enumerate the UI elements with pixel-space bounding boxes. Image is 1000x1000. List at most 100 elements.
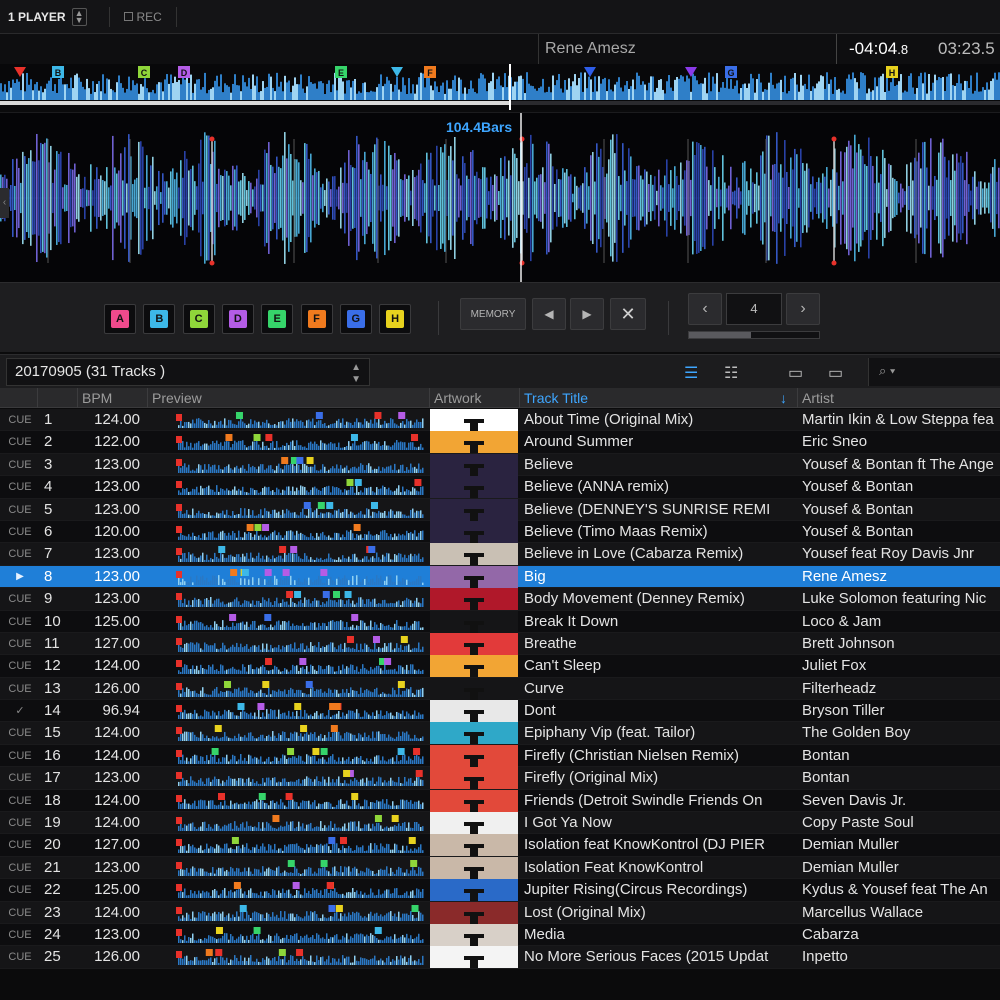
row-cue-indicator[interactable]: CUE — [4, 431, 36, 453]
delete-memory-icon[interactable]: ✕ — [610, 298, 646, 330]
row-preview-waveform[interactable] — [148, 499, 426, 521]
table-row[interactable]: CUE 6 120.00 Believe (Timo Maas Remix) Youse… — [0, 520, 1000, 544]
row-preview-waveform[interactable] — [148, 902, 426, 924]
column-header-artwork[interactable]: Artwork — [430, 388, 520, 408]
row-cue-indicator[interactable]: CUE — [4, 834, 36, 856]
row-cue-indicator[interactable]: CUE — [4, 902, 36, 924]
table-row[interactable]: CUE 1 124.00 About Time (Original Mix) Marti… — [0, 409, 1000, 432]
list-view-detail-icon[interactable]: ☰ — [684, 363, 698, 383]
table-row[interactable]: CUE 25 126.00 No More Serious Faces (2015 U… — [0, 946, 1000, 969]
row-cue-indicator[interactable]: CUE — [4, 857, 36, 879]
search-input[interactable]: ⌕ ▾ — [868, 358, 1000, 386]
row-cue-indicator[interactable]: CUE — [4, 611, 36, 633]
row-cue-indicator[interactable]: CUE — [4, 879, 36, 901]
hotcue-button-h[interactable]: H — [379, 304, 412, 334]
row-cue-indicator[interactable]: ✓ — [4, 700, 36, 722]
table-row[interactable]: CUE 2 122.00 Around Summer Eric Sneo — [0, 431, 1000, 454]
table-row[interactable]: CUE 4 123.00 Believe (ANNA remix) Yousef & B… — [0, 476, 1000, 499]
hotcue-button-e[interactable]: E — [261, 304, 294, 334]
table-row[interactable]: CUE 3 123.00 Believe Yousef & Bontan ft The … — [0, 453, 1000, 477]
row-cue-indicator[interactable]: CUE — [4, 722, 36, 744]
row-preview-waveform[interactable] — [148, 409, 426, 431]
table-row[interactable]: CUE 5 123.00 Believe (DENNEY'S SUNRISE REMI… — [0, 498, 1000, 521]
row-preview-waveform[interactable] — [148, 521, 426, 543]
row-preview-waveform[interactable] — [148, 566, 426, 588]
panel-layout-2-icon[interactable]: ▭ — [828, 363, 843, 383]
panel-layout-1-icon[interactable]: ▭ — [788, 363, 803, 383]
waveform-scroll-left-icon[interactable]: ‹ — [0, 188, 9, 218]
table-row[interactable]: CUE 18 124.00 Friends (Detroit Swindle Frie… — [0, 789, 1000, 813]
row-preview-waveform[interactable] — [148, 834, 426, 856]
column-header-preview[interactable]: Preview — [148, 388, 430, 408]
row-preview-waveform[interactable] — [148, 946, 426, 968]
row-preview-waveform[interactable] — [148, 700, 426, 722]
row-cue-indicator[interactable]: CUE — [4, 924, 36, 946]
hotcue-button-g[interactable]: G — [339, 304, 372, 334]
rec-toggle[interactable]: REC — [123, 10, 162, 24]
row-preview-waveform[interactable] — [148, 678, 426, 700]
row-preview-waveform[interactable] — [148, 431, 426, 453]
table-row[interactable]: CUE 17 123.00 Firefly (Original Mix) Bontan — [0, 767, 1000, 790]
row-preview-waveform[interactable] — [148, 924, 426, 946]
loop-increase-icon[interactable]: › — [786, 293, 820, 325]
table-row[interactable]: CUE 24 123.00 Media Cabarza — [0, 923, 1000, 947]
row-preview-waveform[interactable] — [148, 790, 426, 812]
hotcue-button-a[interactable]: A — [104, 304, 136, 334]
table-row[interactable]: CUE 15 124.00 Epiphany Vip (feat. Tailor) Th… — [0, 722, 1000, 745]
updown-arrow-icon[interactable]: ▲ ▼ — [71, 7, 87, 26]
row-preview-waveform[interactable] — [148, 476, 426, 498]
row-cue-indicator[interactable]: ▶ — [4, 566, 36, 588]
row-preview-waveform[interactable] — [148, 767, 426, 789]
row-cue-indicator[interactable]: CUE — [4, 588, 36, 610]
list-view-simple-icon[interactable]: ☷ — [724, 363, 738, 383]
hotcue-button-d[interactable]: D — [221, 304, 254, 334]
column-header-artist[interactable]: Artist — [798, 388, 1000, 408]
main-waveform[interactable]: 104.4Bars — [0, 112, 1000, 282]
table-row[interactable]: ✓ 14 96.94 Dont Bryson Tiller — [0, 700, 1000, 723]
row-cue-indicator[interactable]: CUE — [4, 633, 36, 655]
row-preview-waveform[interactable] — [148, 857, 426, 879]
hotcue-button-c[interactable]: C — [182, 304, 215, 334]
row-cue-indicator[interactable]: CUE — [4, 946, 36, 968]
updown-arrow-icon[interactable]: ▲ ▼ — [351, 359, 361, 386]
row-cue-indicator[interactable]: CUE — [4, 655, 36, 677]
next-memory-icon[interactable]: ▶ — [570, 298, 604, 330]
table-row[interactable]: ▶ 8 123.00 Big Rene Amesz — [0, 565, 1000, 589]
row-cue-indicator[interactable]: CUE — [4, 409, 36, 431]
hotcue-button-b[interactable]: B — [143, 304, 176, 334]
table-row[interactable]: CUE 22 125.00 Jupiter Rising(Circus Recordi… — [0, 879, 1000, 902]
table-row[interactable]: CUE 23 124.00 Lost (Original Mix) Marcellus … — [0, 901, 1000, 924]
overview-waveform[interactable]: BCDEFGH — [0, 64, 1000, 110]
row-cue-indicator[interactable]: CUE — [4, 521, 36, 543]
row-preview-waveform[interactable] — [148, 611, 426, 633]
loop-decrease-icon[interactable]: ‹ — [688, 293, 722, 325]
playlist-select[interactable]: 20170905 (31 Tracks ) ▲ ▼ — [6, 358, 370, 386]
row-cue-indicator[interactable]: CUE — [4, 767, 36, 789]
prev-memory-icon[interactable]: ◀ — [532, 298, 566, 330]
row-cue-indicator[interactable]: CUE — [4, 745, 36, 767]
row-cue-indicator[interactable]: CUE — [4, 476, 36, 498]
row-cue-indicator[interactable]: CUE — [4, 454, 36, 476]
table-row[interactable]: CUE 9 123.00 Body Movement (Denney Remix) Lu… — [0, 588, 1000, 611]
column-header-title[interactable]: Track Title ↓ — [520, 388, 798, 408]
row-cue-indicator[interactable]: CUE — [4, 812, 36, 834]
table-row[interactable]: CUE 20 127.00 Isolation feat KnowKontrol (D… — [0, 834, 1000, 857]
row-preview-waveform[interactable] — [148, 745, 426, 767]
player-mode-select[interactable]: 1 PLAYER ▲ ▼ — [8, 7, 87, 26]
table-row[interactable]: CUE 7 123.00 Believe in Love (Cabarza Remix… — [0, 543, 1000, 566]
row-preview-waveform[interactable] — [148, 588, 426, 610]
table-row[interactable]: CUE 21 123.00 Isolation Feat KnowKontrol Dem… — [0, 856, 1000, 880]
checkbox-icon[interactable] — [123, 12, 133, 21]
row-preview-waveform[interactable] — [148, 633, 426, 655]
table-row[interactable]: CUE 12 124.00 Can't Sleep Juliet Fox — [0, 655, 1000, 678]
table-row[interactable]: CUE 11 127.00 Breathe Brett Johnson — [0, 632, 1000, 656]
table-row[interactable]: CUE 16 124.00 Firefly (Christian Nielsen Re… — [0, 744, 1000, 768]
row-preview-waveform[interactable] — [148, 812, 426, 834]
row-preview-waveform[interactable] — [148, 454, 426, 476]
row-cue-indicator[interactable]: CUE — [4, 499, 36, 521]
row-cue-indicator[interactable]: CUE — [4, 790, 36, 812]
column-header-bpm[interactable]: BPM — [78, 388, 148, 408]
row-cue-indicator[interactable]: CUE — [4, 543, 36, 565]
row-preview-waveform[interactable] — [148, 655, 426, 677]
hotcue-button-f[interactable]: F — [300, 304, 333, 334]
